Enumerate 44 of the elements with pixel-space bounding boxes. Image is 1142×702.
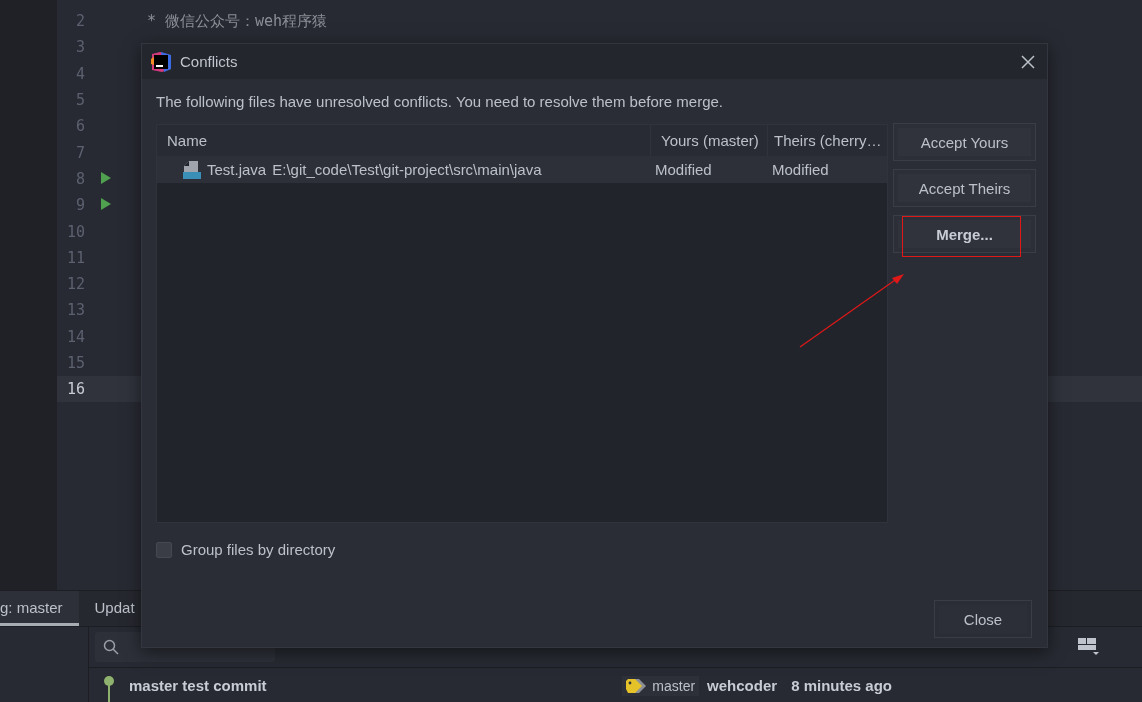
checkbox-label: Group files by directory — [181, 541, 336, 558]
branch-tag: master — [622, 675, 700, 696]
action-button[interactable]: Merge... — [894, 216, 1035, 252]
dialog-title: Conflicts — [180, 53, 239, 70]
line-number: 3 — [74, 38, 85, 57]
commit-author: wehcoder — [707, 677, 778, 694]
close-button[interactable]: Close — [935, 601, 1031, 637]
action-button[interactable]: Accept Yours — [894, 124, 1035, 160]
run-icon[interactable] — [101, 171, 111, 184]
line-number: 10 — [65, 222, 85, 241]
line-number: 9 — [74, 196, 85, 215]
line-number: 15 — [65, 354, 85, 372]
checkbox[interactable] — [156, 541, 172, 558]
line-number: 12 — [65, 275, 85, 294]
close-icon[interactable] — [1021, 54, 1035, 69]
line-number: 7 — [74, 143, 85, 162]
table-cell-text: Modified — [654, 161, 713, 178]
action-button[interactable]: Accept Theirs — [894, 170, 1035, 206]
app-logo-icon — [150, 50, 172, 73]
layout-icon[interactable] — [1078, 638, 1100, 656]
commit-message[interactable]: master test commit — [129, 677, 267, 694]
line-number: 11 — [65, 248, 85, 267]
run-icon[interactable] — [101, 198, 111, 211]
file-name: Test.java — [207, 161, 267, 178]
tag-icon — [626, 677, 649, 694]
table-row[interactable]: Test.java E:\git_code\Test\git-project\src\main\java Modified Modified — [157, 156, 887, 183]
dialog-message: The following files have unresolved conflicts. You need to resolve them before merge. — [156, 93, 724, 110]
java-file-icon — [183, 160, 201, 179]
line-number: 13 — [65, 301, 85, 320]
line-number: 8 — [74, 169, 85, 188]
panel-tab[interactable]: g: master — [0, 591, 79, 626]
line-number: 5 — [74, 91, 85, 110]
line-number: 6 — [74, 117, 85, 136]
file-path: E:\git_code\Test\git-project\src\main\java — [272, 161, 542, 178]
search-icon — [103, 639, 119, 655]
line-number: 4 — [74, 64, 85, 83]
line-number: 14 — [65, 327, 85, 346]
column-header[interactable]: Theirs (cherry… — [768, 125, 887, 156]
commit-graph-node — [104, 676, 114, 702]
code-comment: * 微信公众号：weh程序猿 — [147, 11, 328, 31]
table-cell-text: Modified — [771, 161, 830, 178]
line-number: 2 — [74, 12, 85, 31]
line-number: 16 — [65, 380, 85, 399]
commit-time: 8 minutes ago — [791, 677, 892, 694]
